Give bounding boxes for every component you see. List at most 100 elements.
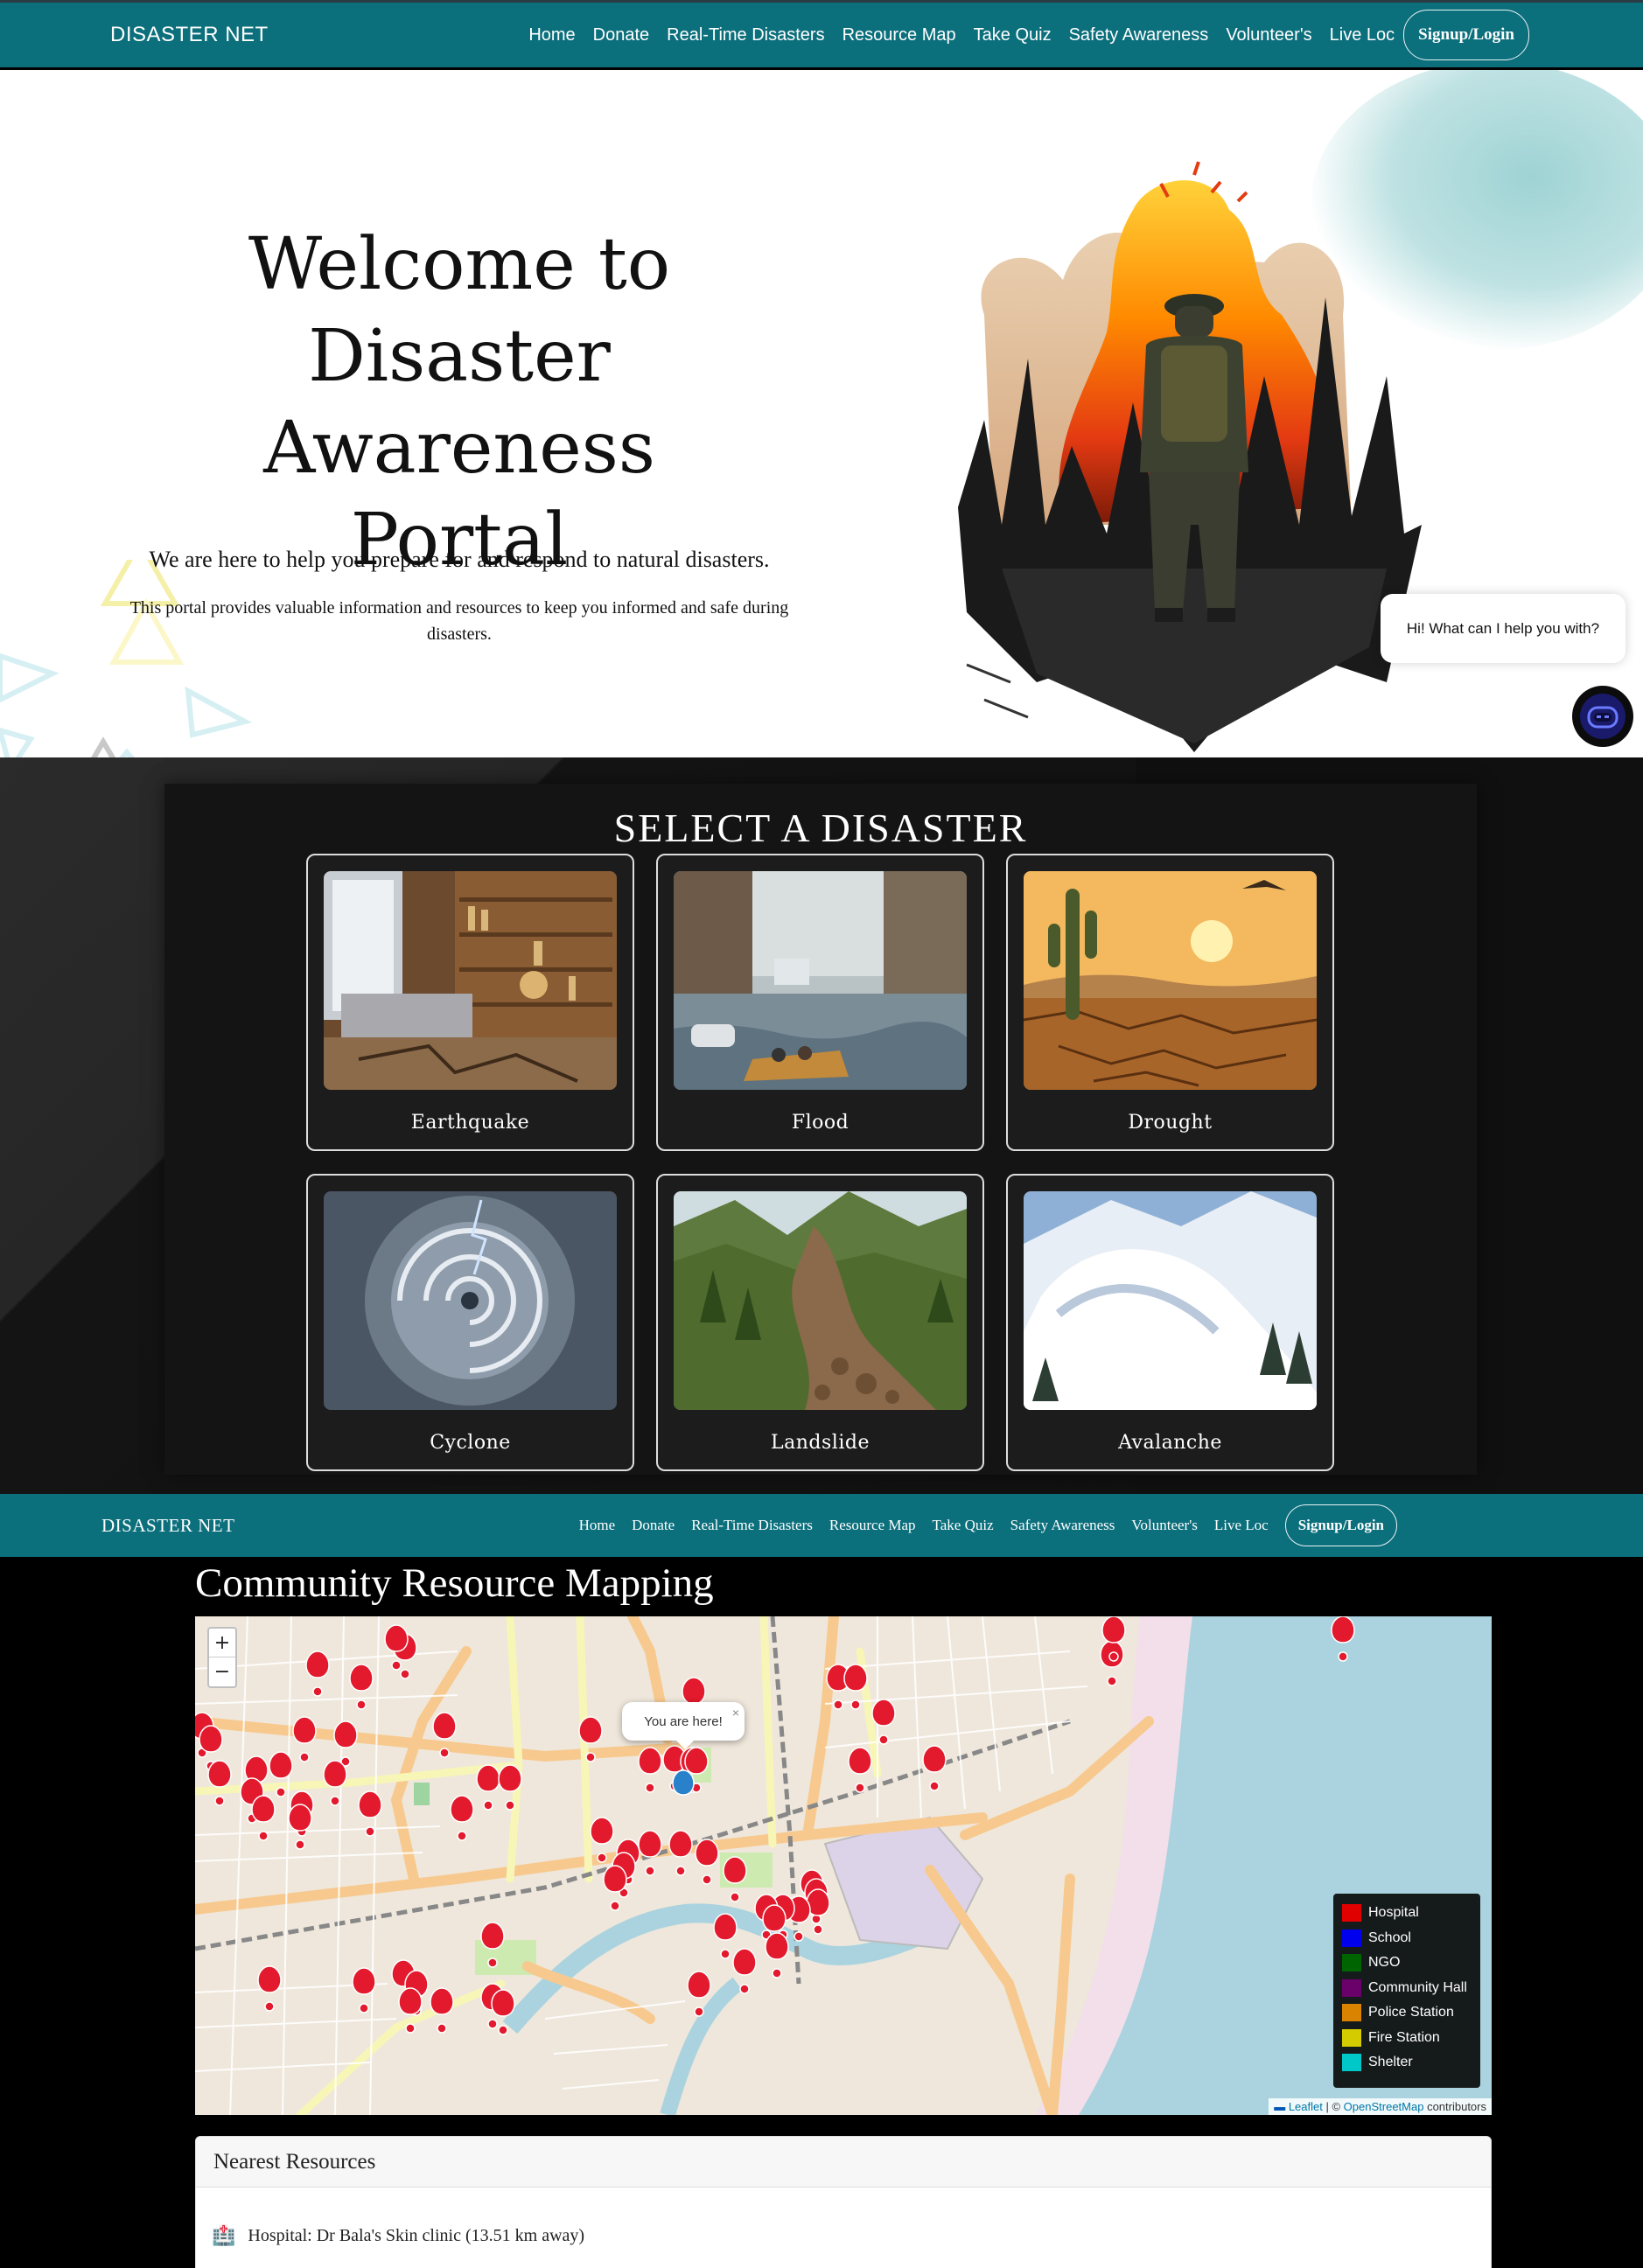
attribution-separator: | © — [1322, 2100, 1344, 2113]
nav-safety-awareness[interactable]: Safety Awareness — [1069, 25, 1209, 45]
legend-swatch — [1342, 2004, 1361, 2022]
hospital-marker[interactable] — [765, 1932, 789, 1978]
disaster-section: SELECT A DISASTER Earthquake Flood Droug… — [0, 757, 1643, 1494]
osm-link[interactable]: OpenStreetMap — [1344, 2100, 1424, 2113]
hospital-marker[interactable] — [578, 1716, 603, 1762]
chatbot-icon — [1580, 694, 1626, 739]
legend-swatch — [1342, 2054, 1361, 2072]
leaflet-link[interactable]: Leaflet — [1289, 2100, 1323, 2113]
select-disaster-heading: SELECT A DISASTER — [613, 806, 1028, 850]
card-flood[interactable]: Flood — [656, 854, 984, 1151]
hospital-marker[interactable] — [450, 1795, 474, 1841]
zoom-out-button[interactable]: − — [209, 1657, 235, 1686]
hospital-marker[interactable] — [269, 1751, 293, 1797]
nav2-volunteers[interactable]: Volunteer's — [1131, 1517, 1197, 1534]
nav2-home[interactable]: Home — [579, 1517, 616, 1534]
hospital-marker[interactable] — [638, 1830, 662, 1876]
card-drought[interactable]: Drought — [1006, 854, 1334, 1151]
hospital-marker[interactable] — [432, 1712, 457, 1758]
hospital-marker[interactable] — [323, 1760, 347, 1806]
nav-links-secondary: Home Donate Real-Time Disasters Resource… — [563, 1504, 1397, 1546]
current-location-marker[interactable] — [672, 1769, 695, 1796]
firefighter-illustration — [958, 161, 1422, 752]
hospital-marker[interactable] — [603, 1865, 627, 1911]
disaster-panel: SELECT A DISASTER Earthquake Flood Droug… — [164, 784, 1477, 1475]
hero-subtext: This portal provides valuable informatio… — [129, 598, 789, 644]
nav-donate[interactable]: Donate — [593, 25, 650, 45]
hospital-marker[interactable] — [257, 1965, 282, 2012]
hospital-marker[interactable] — [871, 1699, 896, 1745]
legend-item: Community Hall — [1342, 1976, 1472, 2001]
hospital-marker[interactable] — [251, 1795, 276, 1841]
hospital-marker[interactable] — [843, 1664, 868, 1710]
hero-title-line1: Welcome to — [248, 223, 671, 306]
hospital-marker[interactable] — [498, 1764, 522, 1811]
nav2-donate[interactable]: Donate — [632, 1517, 675, 1534]
hospital-marker[interactable] — [288, 1804, 312, 1850]
popup-close-icon[interactable]: × — [732, 1706, 739, 1720]
hospital-marker[interactable] — [333, 1720, 358, 1767]
list-item[interactable]: 🏥 Hospital: Dr Bala's Skin clinic (13.51… — [212, 2224, 584, 2247]
resource-map[interactable]: + − You are here! × Hospital School NGO … — [195, 1616, 1492, 2115]
card-landslide[interactable]: Landslide — [656, 1174, 984, 1471]
legend-item: Shelter — [1342, 2050, 1472, 2076]
card-label-avalanche: Avalanche — [1118, 1432, 1222, 1454]
hospital-marker[interactable] — [668, 1830, 693, 1876]
hospital-marker[interactable] — [1331, 1616, 1355, 1662]
nav-resource-map[interactable]: Resource Map — [842, 25, 956, 45]
resource-markers[interactable] — [195, 1616, 1492, 2115]
hospital-marker[interactable] — [384, 1624, 409, 1671]
flood-image — [674, 871, 967, 1090]
chat-greeting-bubble[interactable]: Hi! What can I help you with? — [1381, 594, 1626, 663]
nav2-live-loc[interactable]: Live Loc — [1214, 1517, 1269, 1534]
landslide-image — [674, 1191, 967, 1410]
hospital-marker[interactable] — [476, 1764, 500, 1811]
hospital-marker[interactable] — [398, 1987, 423, 2034]
hospital-marker[interactable] — [922, 1745, 947, 1791]
hospital-marker[interactable] — [723, 1856, 747, 1902]
zoom-control: + − — [207, 1627, 237, 1688]
brand-logo[interactable]: DISASTER NET — [110, 23, 269, 47]
zoom-in-button[interactable]: + — [209, 1629, 235, 1657]
card-cyclone[interactable]: Cyclone — [306, 1174, 634, 1471]
hospital-marker[interactable] — [687, 1971, 711, 2017]
hospital-marker[interactable] — [352, 1967, 376, 2013]
nav2-real-time-disasters[interactable]: Real-Time Disasters — [691, 1517, 813, 1534]
hospital-marker[interactable] — [480, 1922, 505, 1968]
nav2-safety-awareness[interactable]: Safety Awareness — [1010, 1517, 1115, 1534]
hospital-marker[interactable] — [349, 1664, 374, 1710]
nav-real-time-disasters[interactable]: Real-Time Disasters — [667, 25, 824, 45]
nav-live-loc[interactable]: Live Loc — [1330, 25, 1395, 45]
hospital-marker[interactable] — [732, 1948, 757, 1994]
brand-logo-secondary[interactable]: DISASTER NET — [101, 1515, 234, 1537]
hospital-marker[interactable] — [713, 1913, 738, 1959]
card-earthquake[interactable]: Earthquake — [306, 854, 634, 1151]
nav2-resource-map[interactable]: Resource Map — [829, 1517, 916, 1534]
card-label-landslide: Landslide — [771, 1432, 870, 1454]
card-avalanche[interactable]: Avalanche — [1006, 1174, 1334, 1471]
hospital-marker[interactable] — [1100, 1640, 1124, 1686]
nav-volunteers[interactable]: Volunteer's — [1226, 25, 1311, 45]
hospital-marker[interactable] — [848, 1747, 872, 1793]
hospital-marker[interactable] — [292, 1716, 317, 1762]
card-label-drought: Drought — [1128, 1112, 1213, 1134]
hospital-marker[interactable] — [207, 1760, 232, 1806]
card-label-cyclone: Cyclone — [430, 1432, 511, 1454]
hospital-marker[interactable] — [638, 1747, 662, 1793]
nav2-take-quiz[interactable]: Take Quiz — [933, 1517, 994, 1534]
hospital-marker[interactable] — [590, 1817, 614, 1863]
hospital-marker[interactable] — [305, 1650, 330, 1697]
legend-swatch — [1342, 1978, 1361, 1997]
signup-login-button[interactable]: Signup/Login — [1403, 10, 1529, 60]
signup-login-button-secondary[interactable]: Signup/Login — [1284, 1504, 1397, 1546]
hospital-marker[interactable] — [695, 1839, 719, 1885]
hospital-marker[interactable] — [358, 1790, 382, 1837]
legend-swatch — [1342, 1904, 1361, 1923]
nav-home[interactable]: Home — [528, 25, 575, 45]
card-label-earthquake: Earthquake — [410, 1112, 530, 1134]
nav-take-quiz[interactable]: Take Quiz — [974, 25, 1052, 45]
avalanche-image — [1024, 1191, 1317, 1410]
legend-swatch — [1342, 1954, 1361, 1972]
chatbot-button[interactable] — [1572, 686, 1633, 747]
hospital-marker[interactable] — [430, 1987, 454, 2034]
